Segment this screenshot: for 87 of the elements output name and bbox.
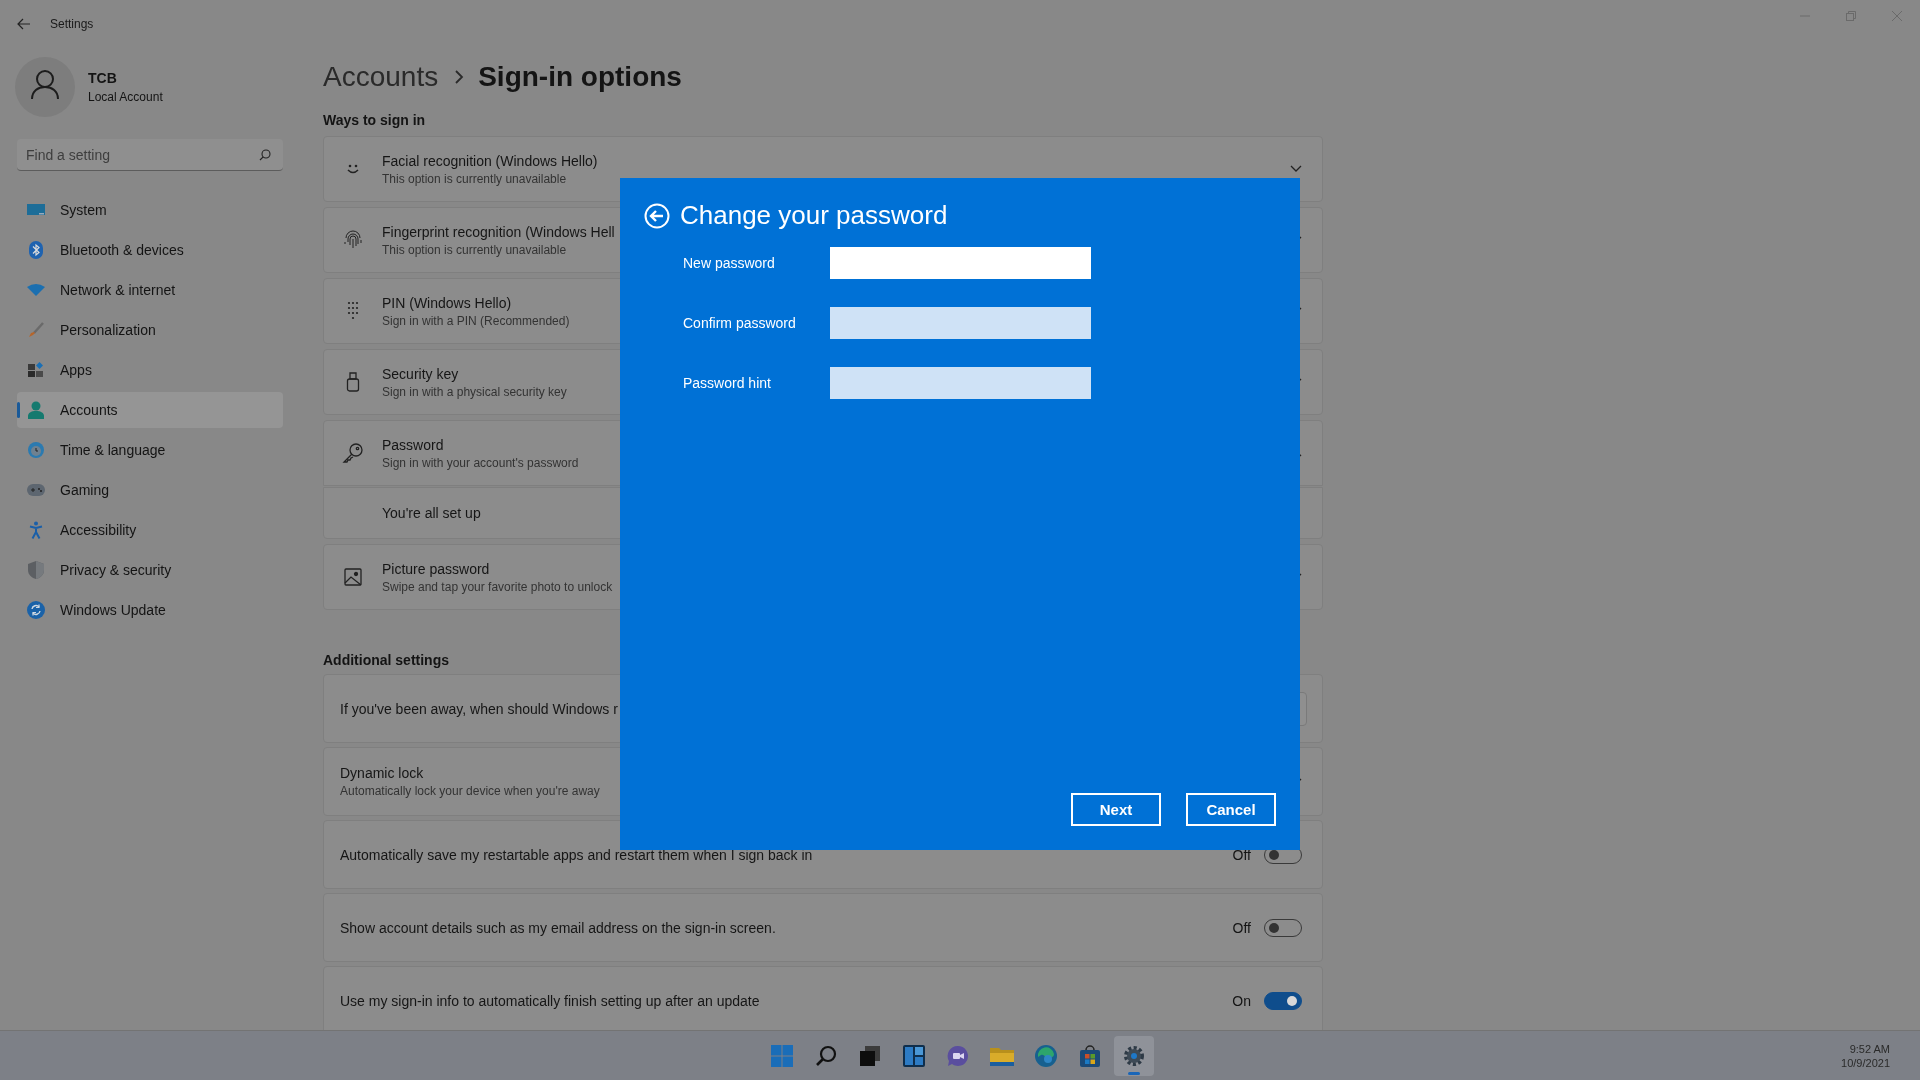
field-label: New password bbox=[683, 255, 776, 271]
search-field[interactable]: Find a setting bbox=[17, 139, 283, 171]
nav-item[interactable]: Windows Update bbox=[17, 592, 283, 628]
card-title: Facial recognition (Windows Hello) bbox=[382, 152, 598, 169]
security-key-icon bbox=[346, 372, 360, 392]
back-arrow-icon bbox=[17, 18, 31, 30]
card-title: Fingerprint recognition (Windows Hell bbox=[382, 223, 615, 240]
toggle-switch[interactable] bbox=[1264, 991, 1302, 1010]
clock-time: 9:52 AM bbox=[1849, 1042, 1890, 1055]
card-title: Use my sign-in info to automatically finish setting up after an update bbox=[340, 992, 760, 1009]
chat-icon bbox=[947, 1044, 969, 1067]
field-label: Confirm password bbox=[683, 315, 797, 331]
password-field[interactable] bbox=[830, 307, 1091, 339]
dialog-button[interactable]: Next bbox=[1071, 793, 1161, 826]
toggle-state: Off bbox=[1232, 919, 1251, 936]
nav-item[interactable]: Accessibility bbox=[17, 512, 283, 548]
card-title: Security key bbox=[382, 365, 459, 382]
chevron-right-icon bbox=[454, 69, 465, 85]
password-field[interactable] bbox=[830, 367, 1091, 399]
section-heading: Additional settings bbox=[323, 652, 450, 668]
back-icon bbox=[644, 202, 670, 229]
nav-item[interactable]: Personalization bbox=[17, 312, 283, 348]
store-icon bbox=[1079, 1044, 1101, 1067]
brush-icon bbox=[28, 322, 44, 338]
gear-icon bbox=[1123, 1044, 1145, 1067]
card-subtitle: Sign in with your account's password bbox=[382, 455, 579, 470]
nav-item[interactable]: Gaming bbox=[17, 472, 283, 508]
card-title: Show account details such as my email address on the sign-in screen. bbox=[340, 919, 776, 936]
apps-icon bbox=[28, 362, 44, 378]
nav-item[interactable]: System bbox=[17, 192, 283, 228]
card-title: Dynamic lock bbox=[340, 765, 424, 781]
close-icon bbox=[1892, 11, 1902, 21]
fingerprint-icon bbox=[343, 230, 363, 250]
card-title: Password bbox=[382, 436, 444, 453]
window-title: Settings bbox=[50, 17, 94, 31]
section-heading: Ways to sign in bbox=[323, 112, 427, 128]
status-text: You're all set up bbox=[382, 505, 481, 521]
controller-icon bbox=[27, 484, 45, 496]
card-subtitle: Sign in with a PIN (Recommended) bbox=[382, 313, 570, 328]
taskbar-button[interactable] bbox=[1114, 1035, 1154, 1076]
browser-icon bbox=[1035, 1044, 1057, 1067]
card-subtitle: This option is currently unavailable bbox=[382, 171, 567, 186]
card-subtitle: Sign in with a physical security key bbox=[382, 384, 567, 399]
folder-icon bbox=[990, 1045, 1014, 1066]
card-title: Automatically save my restartable apps and restart them when I sign back in bbox=[340, 846, 813, 863]
account-name: TCB bbox=[88, 70, 118, 86]
account-type: Local Account bbox=[88, 90, 163, 104]
wifi-icon bbox=[27, 284, 45, 296]
card-title: If you've been away, when should Windows r bbox=[340, 700, 618, 717]
windows-logo-icon bbox=[771, 1044, 793, 1067]
nav-item[interactable]: Apps bbox=[17, 352, 283, 388]
page-title: Sign-in options bbox=[478, 61, 682, 93]
bluetooth-icon bbox=[29, 241, 43, 259]
password-field[interactable] bbox=[830, 247, 1091, 279]
toggle-state: On bbox=[1232, 992, 1251, 1009]
person-icon bbox=[28, 401, 44, 419]
dialog-button[interactable]: Cancel bbox=[1186, 793, 1276, 826]
keypad-icon bbox=[347, 301, 359, 321]
search-icon bbox=[815, 1044, 837, 1067]
shield-icon bbox=[28, 561, 44, 579]
search-icon bbox=[259, 149, 271, 161]
key-icon bbox=[342, 442, 364, 464]
nav-item[interactable]: Accounts bbox=[17, 392, 283, 428]
card-title: PIN (Windows Hello) bbox=[382, 294, 512, 311]
chevron-down-icon bbox=[1290, 165, 1302, 173]
widgets-icon bbox=[903, 1044, 925, 1067]
nav-item[interactable]: Time & language bbox=[17, 432, 283, 468]
back-button[interactable] bbox=[644, 202, 670, 229]
field-label: Password hint bbox=[683, 375, 772, 391]
monitor-icon bbox=[27, 203, 45, 217]
restore-icon bbox=[1846, 11, 1856, 21]
card-subtitle: Automatically lock your device when you're away bbox=[340, 784, 600, 798]
update-icon bbox=[27, 601, 45, 619]
card-subtitle: This option is currently unavailable bbox=[382, 242, 567, 257]
avatar-icon bbox=[15, 57, 75, 117]
clock-date: 10/9/2021 bbox=[1841, 1056, 1890, 1069]
breadcrumb-link[interactable]: Accounts bbox=[323, 61, 439, 93]
card-title: Picture password bbox=[382, 560, 490, 577]
nav-item[interactable]: Network & internet bbox=[17, 272, 283, 308]
task-view-icon bbox=[860, 1045, 880, 1066]
accessibility-icon bbox=[29, 521, 43, 539]
nav-item[interactable]: Privacy & security bbox=[17, 552, 283, 588]
nav-item[interactable]: Bluetooth & devices bbox=[17, 232, 283, 268]
picture-icon bbox=[344, 568, 362, 586]
globe-clock-icon bbox=[27, 441, 45, 459]
card-subtitle: Swipe and tap your favorite photo to unlock bbox=[382, 579, 613, 594]
dialog-title: Change your password bbox=[680, 200, 948, 231]
